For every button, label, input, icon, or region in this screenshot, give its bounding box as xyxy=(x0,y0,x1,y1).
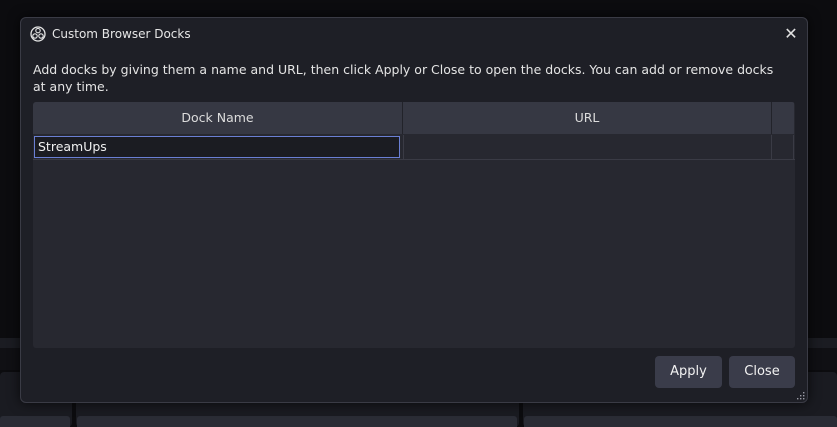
dock-name-input[interactable]: StreamUps xyxy=(34,136,400,158)
dialog-description: Add docks by giving them a name and URL,… xyxy=(33,62,774,94)
main-window-dock-header-mid xyxy=(77,416,517,427)
column-header-url[interactable]: URL xyxy=(403,102,772,134)
docks-table: Dock Name URL StreamUps xyxy=(33,102,795,348)
main-window-dock-header-left xyxy=(0,416,70,427)
dock-url-input[interactable] xyxy=(403,135,772,159)
close-icon[interactable]: ✕ xyxy=(781,24,801,44)
apply-button[interactable]: Apply xyxy=(655,356,722,388)
row-action-cell[interactable] xyxy=(772,135,794,159)
column-header-actions xyxy=(772,102,794,134)
table-row[interactable]: StreamUps xyxy=(33,134,795,160)
column-header-dock-name[interactable]: Dock Name xyxy=(33,102,403,134)
close-button[interactable]: Close xyxy=(729,356,795,388)
obs-logo-icon xyxy=(30,26,46,42)
main-window-dock-header-right xyxy=(524,416,837,427)
custom-browser-docks-dialog: Custom Browser Docks ✕ Add docks by givi… xyxy=(20,17,808,403)
dialog-titlebar[interactable]: Custom Browser Docks ✕ xyxy=(21,18,807,50)
resize-grip-icon[interactable] xyxy=(796,391,805,400)
dialog-title: Custom Browser Docks xyxy=(52,27,191,41)
